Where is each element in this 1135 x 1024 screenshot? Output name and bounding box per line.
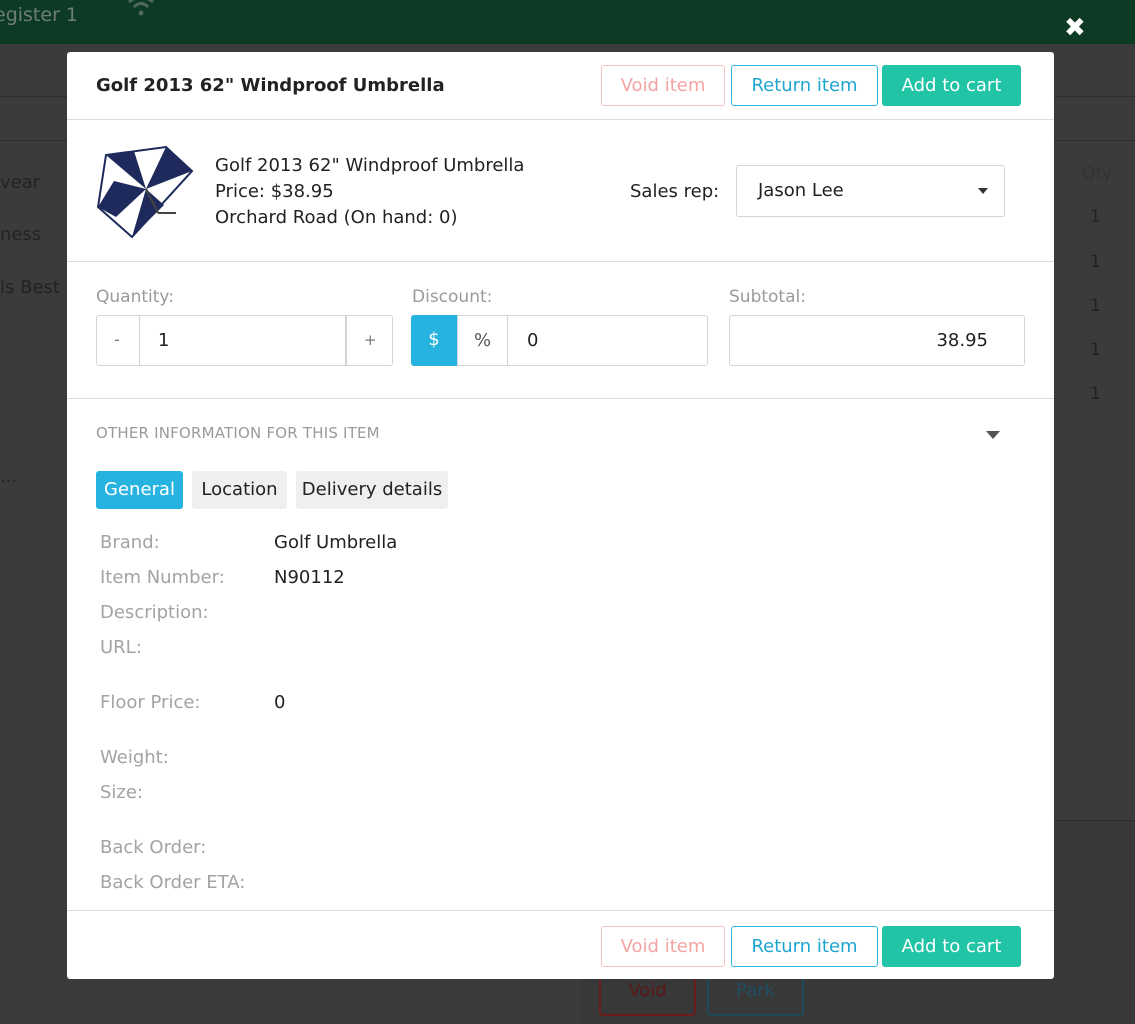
quantity-increment-button[interactable]: + bbox=[346, 315, 393, 366]
add-to-cart-button[interactable]: Add to cart bbox=[882, 926, 1021, 967]
pricing-fields: Quantity: - 1 + Discount: $ % 0 Subtotal… bbox=[67, 263, 1054, 399]
discount-input[interactable]: 0 bbox=[508, 315, 708, 366]
item-modal: Golf 2013 62" Windproof Umbrella Void it… bbox=[67, 52, 1054, 979]
umbrella-product-image bbox=[96, 145, 194, 239]
quantity-label: Quantity: bbox=[96, 287, 174, 307]
chevron-down-icon bbox=[978, 188, 988, 194]
subtotal-field[interactable]: 38.95 bbox=[729, 315, 1025, 366]
wifi-icon bbox=[128, 0, 154, 16]
close-icon[interactable]: ✖ bbox=[1064, 14, 1086, 42]
product-details: Golf 2013 62" Windproof Umbrella Price: … bbox=[215, 153, 524, 231]
category-label[interactable]: ness bbox=[0, 224, 41, 245]
qty-value: 1 bbox=[1090, 340, 1101, 360]
product-label: ... bbox=[0, 466, 18, 487]
void-item-button[interactable]: Void item bbox=[601, 65, 725, 106]
sales-rep-value: Jason Lee bbox=[758, 180, 844, 201]
back-order-label: Back Order: bbox=[100, 837, 207, 858]
quantity-decrement-button[interactable]: - bbox=[96, 315, 140, 366]
back-order-eta-label: Back Order ETA: bbox=[100, 872, 246, 893]
category-label[interactable]: vear bbox=[0, 172, 40, 193]
add-to-cart-button[interactable]: Add to cart bbox=[882, 65, 1021, 106]
sales-rep-select[interactable]: Jason Lee bbox=[736, 165, 1005, 217]
return-item-button[interactable]: Return item bbox=[731, 65, 878, 106]
return-item-button[interactable]: Return item bbox=[731, 926, 878, 967]
register-label: egister 1 bbox=[0, 4, 79, 26]
subtotal-label: Subtotal: bbox=[729, 287, 806, 307]
floor-price-value: 0 bbox=[274, 692, 286, 713]
discount-percent-toggle[interactable]: % bbox=[457, 315, 508, 366]
tab-general[interactable]: General bbox=[96, 471, 183, 509]
discount-label: Discount: bbox=[412, 287, 493, 307]
url-label: URL: bbox=[100, 637, 142, 658]
app-topbar: egister 1 bbox=[0, 0, 1135, 44]
sales-rep-label: Sales rep: bbox=[630, 181, 720, 202]
qty-header: Qty bbox=[1082, 164, 1113, 184]
weight-label: Weight: bbox=[100, 747, 169, 768]
product-price: Price: $38.95 bbox=[215, 181, 334, 202]
size-label: Size: bbox=[100, 782, 144, 803]
tab-delivery-details[interactable]: Delivery details bbox=[296, 471, 448, 509]
quantity-input[interactable]: 1 bbox=[140, 315, 346, 366]
category-label[interactable]: ls Best S bbox=[0, 277, 77, 298]
product-stock: Orchard Road (On hand: 0) bbox=[215, 207, 458, 228]
item-number-label: Item Number: bbox=[100, 567, 225, 588]
chevron-down-icon[interactable] bbox=[986, 431, 1000, 439]
void-item-button[interactable]: Void item bbox=[601, 926, 725, 967]
qty-value: 1 bbox=[1090, 252, 1101, 272]
qty-value: 1 bbox=[1090, 296, 1101, 316]
qty-value: 1 bbox=[1090, 384, 1101, 404]
qty-value: 1 bbox=[1090, 207, 1101, 227]
product-summary: Golf 2013 62" Windproof Umbrella Price: … bbox=[67, 121, 1054, 262]
discount-dollar-toggle[interactable]: $ bbox=[411, 315, 457, 366]
floor-price-label: Floor Price: bbox=[100, 692, 201, 713]
modal-header: Golf 2013 62" Windproof Umbrella Void it… bbox=[67, 52, 1054, 120]
description-label: Description: bbox=[100, 602, 209, 623]
brand-value: Golf Umbrella bbox=[274, 532, 398, 553]
modal-title: Golf 2013 62" Windproof Umbrella bbox=[96, 75, 445, 96]
modal-footer: Void item Return item Add to cart bbox=[67, 910, 1054, 979]
other-info-title[interactable]: OTHER INFORMATION FOR THIS ITEM bbox=[96, 424, 380, 442]
product-name: Golf 2013 62" Windproof Umbrella bbox=[215, 155, 525, 176]
other-information-section: OTHER INFORMATION FOR THIS ITEM General … bbox=[67, 400, 1054, 910]
item-number-value: N90112 bbox=[274, 567, 345, 588]
tab-location[interactable]: Location bbox=[192, 471, 287, 509]
brand-label: Brand: bbox=[100, 532, 160, 553]
